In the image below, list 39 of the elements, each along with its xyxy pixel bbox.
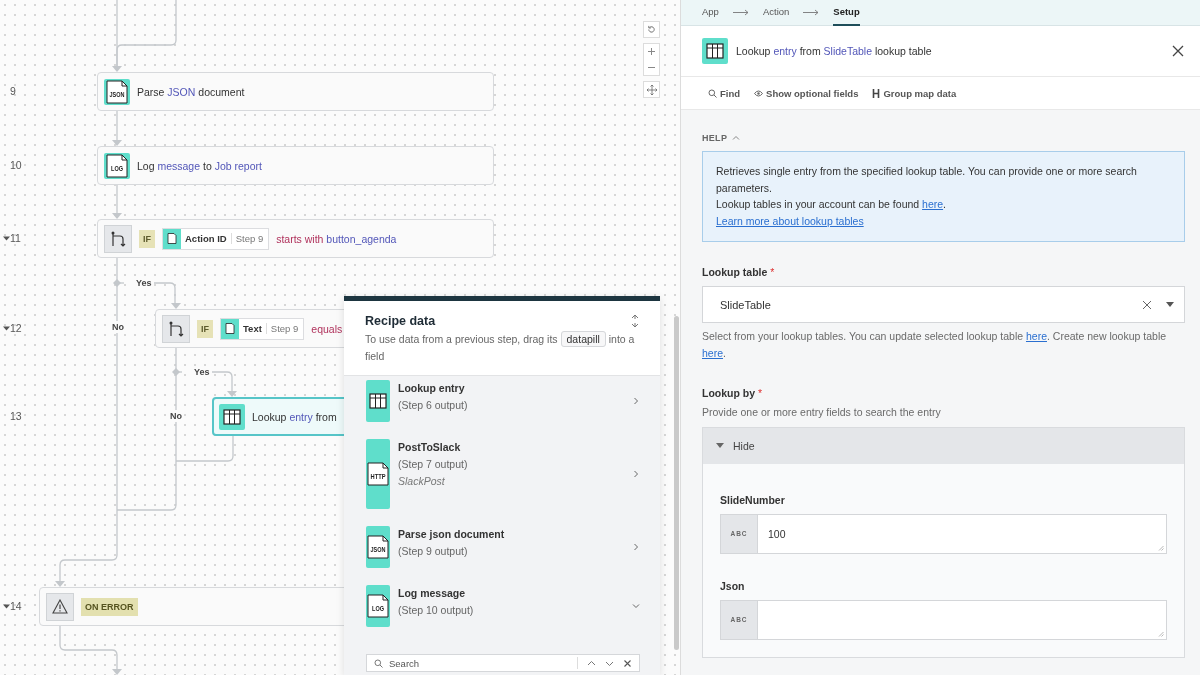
output-subtitle: (Step 9 output) — [398, 545, 469, 557]
line-number: 14 — [10, 600, 22, 612]
step-text: Parse JSON document — [137, 85, 245, 98]
required-mark: * — [770, 266, 775, 278]
condition-text: equals — [311, 322, 343, 335]
field-label: Json — [720, 579, 746, 592]
output-title: Parse json document — [398, 528, 506, 540]
if-badge: IF — [139, 229, 155, 248]
line-number: 13 — [10, 410, 22, 422]
output-subtitle: (Step 6 output) — [398, 399, 469, 411]
branch-label: Yes — [192, 366, 212, 378]
output-note: SlackPost — [398, 475, 446, 487]
field-label: SlideNumber — [720, 493, 786, 506]
output-subtitle: (Step 7 output) — [398, 458, 469, 470]
if-badge: IF — [197, 319, 213, 338]
help-heading: HELP — [702, 133, 728, 143]
on-error-badge: ON ERROR — [81, 597, 138, 616]
help-text: Lookup tables in your account can be found here. — [716, 197, 947, 212]
field-hint: Provide one or more entry fields to search the entry — [702, 405, 942, 420]
step-text: Log message to Job report — [137, 159, 262, 172]
popover-description: To use data from a previous step, drag its datapill into a field — [365, 331, 636, 364]
field-label: Lookup table — [702, 266, 768, 278]
field-label: Lookup by — [702, 387, 756, 399]
line-number: 9 — [10, 85, 16, 97]
panel-title: Lookup entry from SlideTable lookup table — [736, 45, 933, 57]
line-number: 10 — [10, 159, 22, 171]
branch-label: Yes — [134, 277, 154, 289]
step-text: Lookup entry from — [252, 410, 337, 423]
line-number: 12 — [10, 322, 22, 334]
field-hint: Select from your lookup tables. You can update selected lookup table here. Create new lookup table here. — [702, 329, 1168, 361]
output-title: PostToSlack — [398, 441, 462, 453]
branch-label: No — [110, 321, 126, 333]
help-text: Retrieves single entry from the specified lookup table. You can provide one or more search parameters. — [716, 164, 1138, 196]
line-number: 11 — [10, 232, 21, 244]
condition-text: starts with button_agenda — [276, 232, 397, 245]
popover-title: Recipe data — [365, 314, 436, 328]
output-title: Lookup entry — [398, 382, 466, 394]
branch-label: No — [168, 410, 184, 422]
required-mark: * — [758, 387, 763, 399]
